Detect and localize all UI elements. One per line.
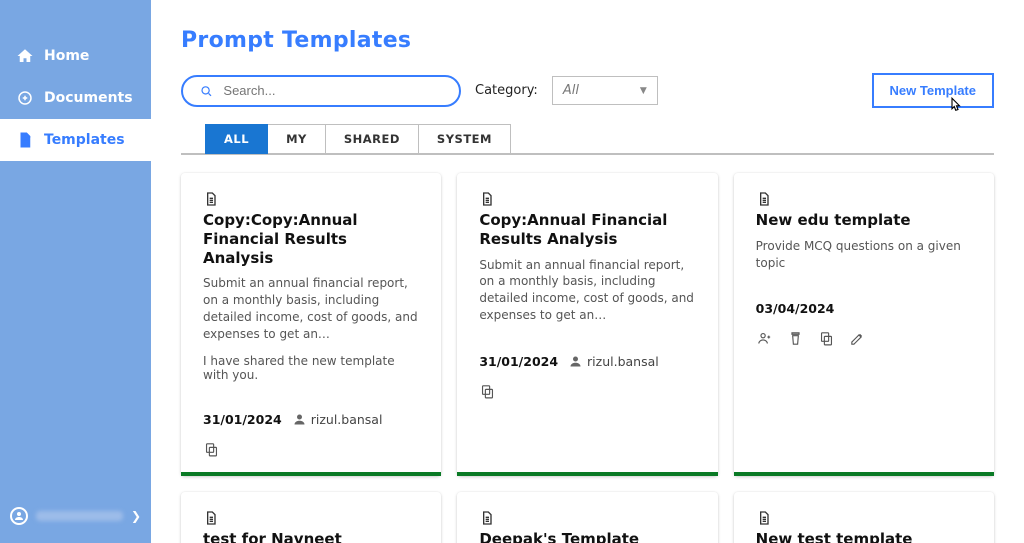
copy-icon[interactable]: [818, 330, 835, 347]
document-icon: [479, 191, 495, 207]
card-description: Submit an annual financial report, on a …: [479, 257, 695, 324]
card-date: 03/04/2024: [756, 301, 835, 316]
template-grid: Copy:Copy:Annual Financial Results Analy…: [181, 173, 994, 543]
card-title: New edu template: [756, 211, 972, 230]
sidebar-item-label: Documents: [44, 90, 133, 106]
card-date: 31/01/2024: [479, 354, 558, 369]
document-icon: [203, 510, 219, 526]
template-card[interactable]: Copy:Copy:Annual Financial Results Analy…: [181, 173, 441, 476]
document-icon: [203, 191, 219, 207]
chevron-right-icon: ❯: [131, 509, 141, 523]
delete-icon[interactable]: [787, 330, 804, 347]
main-content: Prompt Templates Category: All ▼ New Tem…: [151, 0, 1024, 543]
card-meta: 31/01/2024 rizul.bansal: [479, 354, 695, 369]
tab-my[interactable]: MY: [268, 124, 326, 154]
card-accent-bar: [181, 472, 441, 476]
add-person-icon[interactable]: [756, 330, 773, 347]
card-note: I have shared the new template with you.: [203, 354, 419, 382]
sidebar: Home Documents Templates ❯: [0, 0, 151, 543]
sidebar-item-home[interactable]: Home: [0, 35, 151, 77]
file-icon: [16, 131, 34, 149]
template-card[interactable]: Copy:Annual Financial Results Analysis S…: [457, 173, 717, 476]
tab-shared[interactable]: SHARED: [326, 124, 419, 154]
card-author: rizul.bansal: [568, 354, 659, 369]
user-avatar-icon: [10, 507, 28, 525]
card-author: rizul.bansal: [292, 412, 383, 427]
chevron-down-icon: ▼: [640, 86, 647, 96]
card-actions: [479, 383, 695, 400]
card-actions: [203, 441, 419, 458]
home-icon: [16, 47, 34, 65]
template-card[interactable]: Deepak's Template This is a dummy templa…: [457, 492, 717, 543]
card-title: New test template: [756, 530, 972, 543]
document-icon: [479, 510, 495, 526]
edit-icon[interactable]: [849, 330, 866, 347]
category-selected: All: [563, 83, 579, 98]
user-name-redacted: [36, 511, 123, 521]
sidebar-footer[interactable]: ❯: [0, 499, 151, 533]
card-meta: 31/01/2024 rizul.bansal: [203, 412, 419, 427]
card-meta: 03/04/2024: [756, 301, 972, 316]
search-icon: [199, 83, 213, 99]
template-card[interactable]: test for Navneet this is a test template…: [181, 492, 441, 543]
copy-icon[interactable]: [479, 383, 496, 400]
search-box[interactable]: [181, 75, 461, 107]
card-description: Submit an annual financial report, on a …: [203, 275, 419, 342]
sidebar-item-documents[interactable]: Documents: [0, 77, 151, 119]
card-accent-bar: [734, 472, 994, 476]
card-description: Provide MCQ questions on a given topic: [756, 238, 972, 272]
template-card[interactable]: New edu template Provide MCQ questions o…: [734, 173, 994, 476]
sidebar-item-label: Home: [44, 48, 89, 64]
page-title: Prompt Templates: [181, 28, 994, 53]
document-icon: [756, 191, 772, 207]
category-label: Category:: [475, 83, 538, 98]
card-title: Deepak's Template: [479, 530, 695, 543]
card-title: test for Navneet: [203, 530, 419, 543]
toolbar: Category: All ▼ New Template: [181, 73, 994, 108]
person-icon: [292, 412, 307, 427]
copy-icon[interactable]: [203, 441, 220, 458]
new-template-button[interactable]: New Template: [872, 73, 994, 108]
card-actions: [756, 330, 972, 347]
person-icon: [568, 354, 583, 369]
card-title: Copy:Annual Financial Results Analysis: [479, 211, 695, 249]
search-input[interactable]: [223, 83, 443, 98]
sidebar-item-templates[interactable]: Templates: [0, 119, 151, 161]
tab-all[interactable]: ALL: [205, 124, 268, 154]
card-title: Copy:Copy:Annual Financial Results Analy…: [203, 211, 419, 267]
tab-system[interactable]: SYSTEM: [419, 124, 511, 154]
sidebar-item-label: Templates: [44, 132, 125, 148]
tabs: ALL MY SHARED SYSTEM: [205, 124, 994, 154]
template-card[interactable]: New test template This is for testing: [734, 492, 994, 543]
nav: Home Documents Templates: [0, 0, 151, 161]
plus-circle-icon: [16, 89, 34, 107]
document-icon: [756, 510, 772, 526]
card-accent-bar: [457, 472, 717, 476]
category-select[interactable]: All ▼: [552, 76, 658, 105]
card-date: 31/01/2024: [203, 412, 282, 427]
